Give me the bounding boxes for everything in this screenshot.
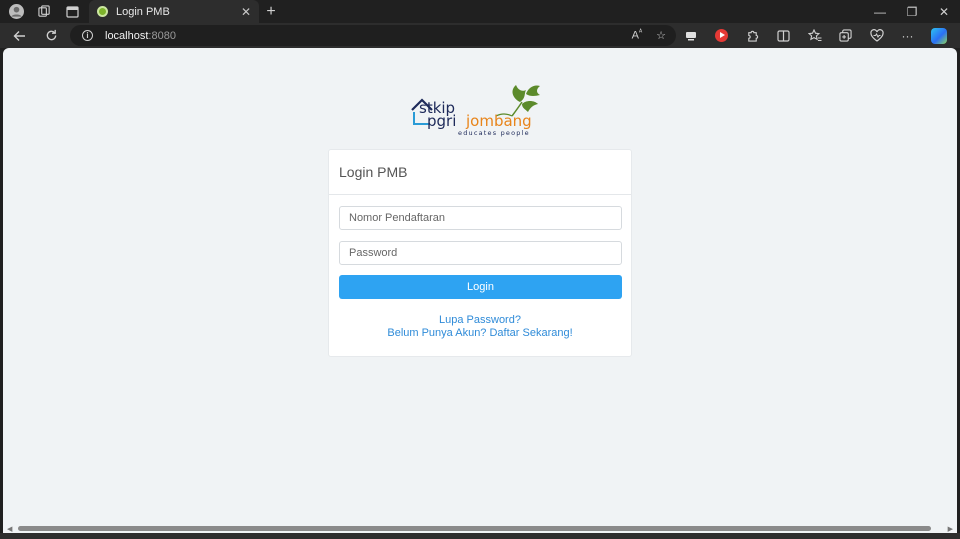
browser-essentials-icon[interactable] [861,23,892,48]
new-tab-button[interactable]: + [262,0,280,23]
scrollbar-thumb[interactable] [18,526,931,531]
read-aloud-icon[interactable]: Aᴬ [632,29,643,42]
profile-icon[interactable] [2,0,30,23]
url-port: :8080 [148,29,176,42]
favorite-icon[interactable]: ☆ [656,29,666,42]
logo-text-pgri: pgri [427,112,456,130]
logo-text-jombang: jombang [465,112,532,130]
login-button[interactable]: Login [339,275,622,299]
collections-icon[interactable] [830,23,861,48]
tab-title: Login PMB [116,5,170,18]
split-screen-icon[interactable] [768,23,799,48]
youtube-extension-icon[interactable] [706,23,737,48]
active-tab[interactable]: Login PMB ✕ [89,0,259,23]
login-form: Login Lupa Password? Belum Punya Akun? D… [329,195,631,351]
tab-close-icon[interactable]: ✕ [241,5,251,19]
url-host: localhost [105,29,149,42]
copilot-icon[interactable] [923,23,954,48]
workspaces-icon[interactable] [30,0,58,23]
close-window-icon[interactable]: ✕ [928,0,960,23]
registration-number-input[interactable] [339,206,622,230]
page-viewport: stkip pgri jombang educates people Login… [3,48,957,536]
auth-links: Lupa Password? Belum Punya Akun? Daftar … [339,314,621,340]
back-icon[interactable] [3,23,35,48]
stkip-pgri-jombang-logo: stkip pgri jombang educates people [408,82,558,142]
login-card-header: Login PMB [329,150,631,195]
tab-favicon-icon [97,6,108,17]
logo-tagline: educates people [458,129,530,137]
minimize-icon[interactable]: — [864,0,896,23]
address-bar-actions: Aᴬ ☆ [632,25,666,46]
password-input[interactable] [339,241,622,265]
info-icon[interactable]: i [82,30,93,41]
window-bottom-edge [0,533,960,539]
browser-titlebar: Login PMB ✕ + — ❐ ✕ [0,0,960,23]
refresh-icon[interactable] [35,23,67,48]
scroll-right-icon[interactable]: ▶ [948,525,953,533]
register-link[interactable]: Belum Punya Akun? Daftar Sekarang! [339,327,621,340]
address-bar[interactable]: i localhost:8080 Aᴬ ☆ [70,25,676,46]
scroll-left-icon[interactable]: ◀ [7,525,12,533]
browser-toolbar: ··· [675,23,954,48]
tab-actions-icon[interactable] [58,0,86,23]
more-icon[interactable]: ··· [892,23,923,48]
browser-navbar: i localhost:8080 Aᴬ ☆ ··· [0,23,960,48]
horizontal-scrollbar[interactable]: ◀ ▶ [3,524,957,533]
extensions-icon[interactable] [737,23,768,48]
forgot-password-link[interactable]: Lupa Password? [339,314,621,327]
window-controls: — ❐ ✕ [864,0,960,23]
cast-icon[interactable] [675,23,706,48]
login-card: Login PMB Login Lupa Password? Belum Pun… [328,149,632,357]
login-title: Login PMB [339,164,408,180]
favorites-icon[interactable] [799,23,830,48]
restore-icon[interactable]: ❐ [896,0,928,23]
